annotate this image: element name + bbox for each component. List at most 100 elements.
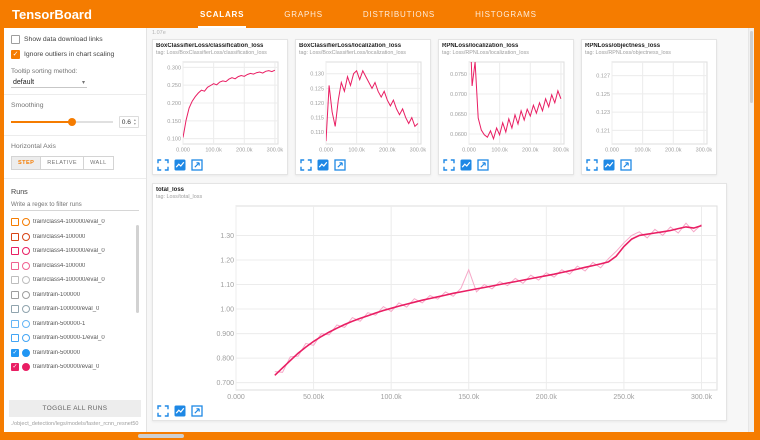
fit-data-icon[interactable] xyxy=(317,159,329,171)
smoothing-value-box[interactable]: 0.6 ▴ ▾ xyxy=(119,116,139,128)
fit-data-icon[interactable] xyxy=(460,159,472,171)
stepper-down-icon[interactable]: ▾ xyxy=(134,122,136,126)
run-visibility-icon[interactable] xyxy=(22,363,30,371)
scalar-chart[interactable]: 0.1270.1250.1230.1210.000100.0k200.0k300… xyxy=(585,58,713,156)
fullscreen-icon[interactable] xyxy=(300,159,312,171)
svg-text:0.000: 0.000 xyxy=(176,148,190,154)
fullscreen-icon[interactable] xyxy=(443,159,455,171)
runs-filter-input[interactable] xyxy=(11,199,139,211)
run-visibility-icon[interactable] xyxy=(22,320,30,328)
run-item[interactable]: train/train-100000 xyxy=(11,287,139,302)
checked-checkbox-icon[interactable]: ✓ xyxy=(11,50,20,59)
tab-histograms[interactable]: HISTOGRAMS xyxy=(473,0,539,28)
run-checkbox[interactable] xyxy=(11,247,19,255)
expand-card-icon[interactable] xyxy=(334,159,346,171)
scalar-chart[interactable]: 0.3000.2500.2000.1500.1000.000100.0k200.… xyxy=(156,58,284,156)
run-checkbox[interactable] xyxy=(11,320,19,328)
tab-distributions[interactable]: DISTRIBUTIONS xyxy=(361,0,437,28)
smoothing-knob[interactable] xyxy=(68,118,76,126)
run-item[interactable]: train/class4-100000/eval_0 xyxy=(11,215,139,230)
tab-graphs[interactable]: GRAPHS xyxy=(282,0,325,28)
fullscreen-icon[interactable] xyxy=(157,159,169,171)
run-visibility-icon[interactable] xyxy=(22,334,30,342)
svg-text:0.125: 0.125 xyxy=(596,92,610,98)
run-list-scrollbar[interactable] xyxy=(136,225,139,313)
run-label: train/train-500000-1/eval_0 xyxy=(33,335,105,341)
checkbox-icon[interactable] xyxy=(11,35,20,44)
run-label: train/train-500000 xyxy=(33,350,80,356)
svg-text:0.000: 0.000 xyxy=(227,394,245,401)
run-label: train/class4-100000 xyxy=(33,263,85,269)
run-item[interactable]: train/train-500000-1/eval_0 xyxy=(11,331,139,346)
expand-card-icon[interactable] xyxy=(191,405,203,417)
expand-card-icon[interactable] xyxy=(477,159,489,171)
run-checkbox[interactable]: ✓ xyxy=(11,363,19,371)
run-checkbox[interactable] xyxy=(11,262,19,270)
run-item[interactable]: train/train-500000-1 xyxy=(11,316,139,331)
svg-text:1.20: 1.20 xyxy=(220,257,234,264)
vertical-scrollbar-thumb[interactable] xyxy=(750,31,753,103)
horizontal-axis-buttons: STEPRELATIVEWALL xyxy=(11,156,139,170)
svg-text:0.300: 0.300 xyxy=(167,65,181,71)
smoothing-stepper[interactable]: ▴ ▾ xyxy=(134,118,136,126)
svg-text:0.127: 0.127 xyxy=(596,74,610,80)
run-item[interactable]: train/class4-100000/eval_0 xyxy=(11,244,139,259)
option-row[interactable]: ✓Ignore outliers in chart scaling xyxy=(11,50,139,59)
smoothing-row: 0.6 ▴ ▾ xyxy=(11,116,139,128)
run-visibility-icon[interactable] xyxy=(22,276,30,284)
axis-btn-relative[interactable]: RELATIVE xyxy=(41,156,84,170)
chart-toolbar xyxy=(156,156,284,174)
run-visibility-icon[interactable] xyxy=(22,247,30,255)
header-tabs: SCALARS GRAPHS DISTRIBUTIONS HISTOGRAMS xyxy=(198,0,539,28)
fullscreen-icon[interactable] xyxy=(157,405,169,417)
chart-tag: tag: Loss/total_loss xyxy=(156,194,723,200)
run-visibility-icon[interactable] xyxy=(22,349,30,357)
run-item[interactable]: ✓ train/train-500000 xyxy=(11,345,139,360)
expand-card-icon[interactable] xyxy=(620,159,632,171)
fit-data-icon[interactable] xyxy=(174,405,186,417)
run-checkbox[interactable] xyxy=(11,334,19,342)
run-checkbox[interactable] xyxy=(11,233,19,241)
run-item[interactable]: train/class4-100000 xyxy=(11,258,139,273)
scalar-chart-card: BoxClassifierLoss/classification_losstag… xyxy=(152,39,288,175)
run-visibility-icon[interactable] xyxy=(22,305,30,313)
run-item[interactable]: train/class4-100000/eval_0 xyxy=(11,273,139,288)
run-item[interactable]: train/train-100000/eval_0 xyxy=(11,302,139,317)
run-checkbox[interactable] xyxy=(11,305,19,313)
run-visibility-icon[interactable] xyxy=(22,233,30,241)
run-visibility-icon[interactable] xyxy=(22,291,30,299)
expand-card-icon[interactable] xyxy=(191,159,203,171)
svg-text:0.700: 0.700 xyxy=(216,380,234,387)
run-item[interactable]: ✓train/train-500000/eval_0 xyxy=(11,360,139,375)
total-loss-chart[interactable]: 1.301.201.101.000.9000.8000.7000.00050.0… xyxy=(156,202,723,402)
run-label: train/class4-100000 xyxy=(33,234,85,240)
run-checkbox[interactable] xyxy=(11,218,19,226)
tab-scalars[interactable]: SCALARS xyxy=(198,0,246,28)
run-visibility-icon[interactable] xyxy=(22,262,30,270)
logdir-path: ./object_detection/legs/models/faster_rc… xyxy=(11,421,139,428)
chart-title: BoxClassifierLoss/classification_loss xyxy=(156,43,284,49)
smoothing-slider[interactable] xyxy=(11,117,113,127)
scalar-chart[interactable]: 0.1300.1250.1200.1150.1100.000100.0k200.… xyxy=(299,58,427,156)
run-item[interactable]: train/class4-100000 xyxy=(11,229,139,244)
fit-data-icon[interactable] xyxy=(174,159,186,171)
option-row[interactable]: Show data download links xyxy=(11,35,139,44)
axis-btn-wall[interactable]: WALL xyxy=(84,156,114,170)
chart-tag: tag: Loss/BoxClassifierLoss/localization… xyxy=(299,50,427,56)
svg-text:0.125: 0.125 xyxy=(310,86,324,92)
toggle-all-runs-button[interactable]: TOGGLE ALL RUNS xyxy=(9,400,141,417)
fullscreen-icon[interactable] xyxy=(586,159,598,171)
run-checkbox[interactable]: ✓ xyxy=(11,349,19,357)
run-visibility-icon[interactable] xyxy=(22,218,30,226)
svg-text:200.0k: 200.0k xyxy=(522,148,539,154)
scalar-chart[interactable]: 0.07500.07000.06500.06000.000100.0k200.0… xyxy=(442,58,570,156)
axis-btn-step[interactable]: STEP xyxy=(11,156,41,170)
stray-axis-value: 1.07e xyxy=(152,30,743,39)
run-checkbox[interactable] xyxy=(11,276,19,284)
horizontal-scrollbar-thumb[interactable] xyxy=(138,434,184,438)
run-checkbox[interactable] xyxy=(11,291,19,299)
svg-text:0.000: 0.000 xyxy=(605,148,619,154)
tooltip-sorting-select[interactable]: default ▾ xyxy=(11,78,87,88)
fit-data-icon[interactable] xyxy=(603,159,615,171)
app-title: TensorBoard xyxy=(4,0,150,28)
